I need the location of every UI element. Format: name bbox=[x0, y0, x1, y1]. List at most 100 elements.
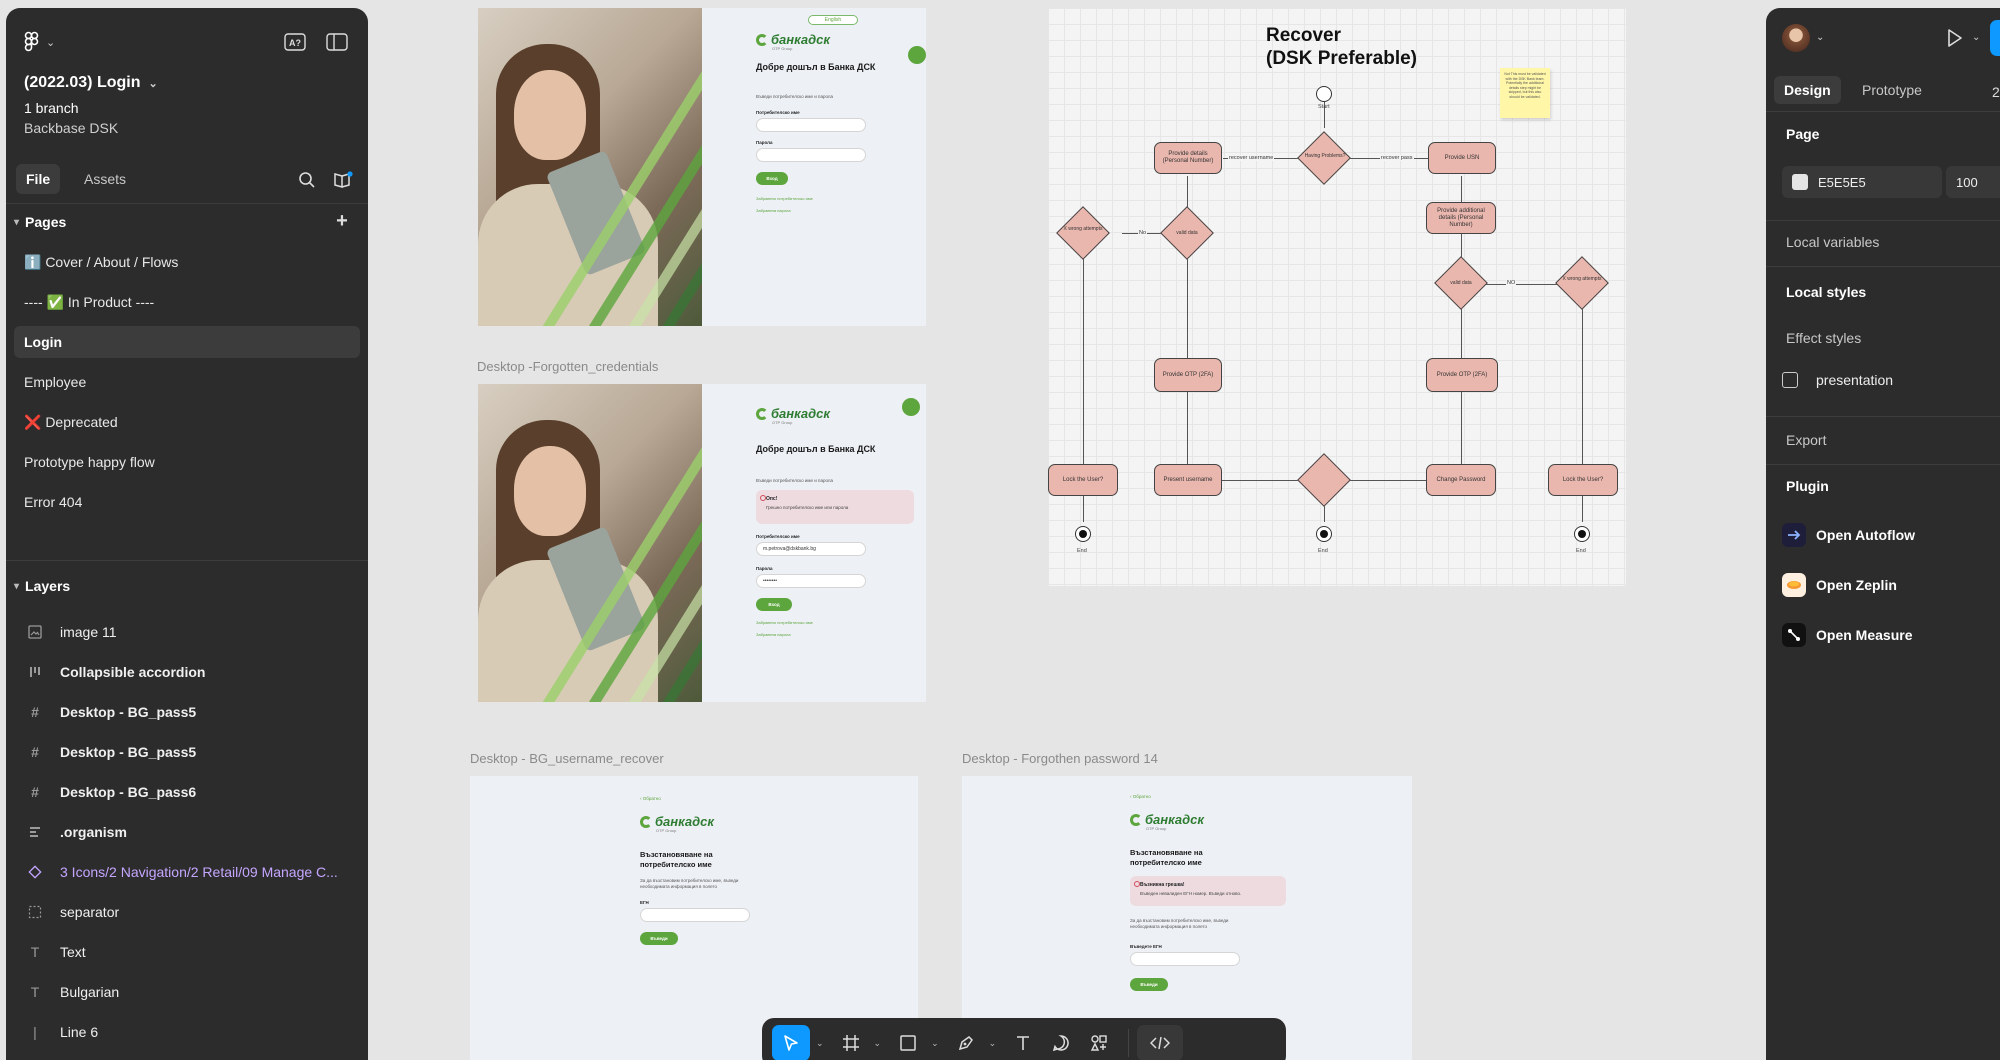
username-input[interactable]: m.petrova@dskbank.bg bbox=[756, 542, 866, 556]
node-lock-user[interactable]: Lock the User? bbox=[1048, 464, 1118, 496]
forgot-password-link[interactable]: Забравена парола bbox=[756, 208, 791, 213]
frame-forgotten-credentials[interactable]: банкадск OTP Group Добре дошъл в Банка ДС… bbox=[478, 384, 926, 702]
language-switch[interactable]: English bbox=[808, 15, 858, 25]
page-item-login[interactable]: Login bbox=[14, 326, 360, 358]
layer-row[interactable]: Collapsible accordion bbox=[14, 654, 360, 690]
actions-tool-icon[interactable] bbox=[1082, 1025, 1116, 1060]
layer-row[interactable]: .organism bbox=[14, 814, 360, 850]
file-title[interactable]: (2022.03) Login ⌄ bbox=[24, 74, 158, 92]
node-provide-usn[interactable]: Provide USN bbox=[1428, 142, 1496, 174]
opacity-input[interactable]: 100 bbox=[1946, 166, 2000, 198]
search-icon[interactable] bbox=[292, 166, 322, 194]
chevron-down-icon[interactable]: ⌄ bbox=[989, 1038, 997, 1049]
sticky-note[interactable]: Not This must be validated with the DSK … bbox=[1500, 68, 1550, 118]
chevron-down-icon[interactable]: ⌄ bbox=[874, 1038, 882, 1049]
plugin-measure[interactable]: Open Measure bbox=[1782, 622, 1912, 648]
layer-row[interactable]: 3 Icons/2 Navigation/2 Retail/09 Manage … bbox=[14, 854, 360, 890]
forgot-username-link[interactable]: Забравено потребителско име bbox=[756, 196, 813, 201]
node-provide-otp[interactable]: Provide OTP (2FA) bbox=[1426, 358, 1498, 392]
layer-row[interactable]: | Line 6 bbox=[14, 1014, 360, 1050]
tab-file[interactable]: File bbox=[16, 164, 61, 194]
play-icon[interactable] bbox=[1942, 26, 1966, 50]
page-item-error-404[interactable]: Error 404 bbox=[14, 486, 360, 518]
submit-button[interactable]: Въведи bbox=[1130, 978, 1168, 991]
plugin-zeplin[interactable]: Open Zeplin bbox=[1782, 572, 1897, 598]
share-button[interactable] bbox=[1990, 20, 2000, 56]
text-tool-icon[interactable] bbox=[1006, 1025, 1040, 1060]
layer-row[interactable]: T Bulgarian bbox=[14, 974, 360, 1010]
page-background-color[interactable]: E5E5E5 bbox=[1782, 166, 1942, 198]
login-button[interactable]: Вход bbox=[756, 598, 792, 611]
node-present-username[interactable]: Present username bbox=[1154, 464, 1222, 496]
frame-label[interactable]: Desktop - BG_username_recover bbox=[470, 751, 664, 766]
egn-input[interactable] bbox=[640, 908, 750, 922]
forgot-username-link[interactable]: Забравено потребителско име bbox=[756, 620, 813, 625]
layer-row[interactable]: image 11 bbox=[14, 614, 360, 650]
node-provide-details[interactable]: Provide details (Personal Number) bbox=[1154, 142, 1222, 174]
chevron-down-icon[interactable]: ⌄ bbox=[1972, 32, 1980, 43]
tab-assets[interactable]: Assets bbox=[74, 164, 136, 194]
rectangle-tool-icon[interactable] bbox=[891, 1025, 925, 1060]
comment-tool-icon[interactable] bbox=[1044, 1025, 1078, 1060]
flowchart-frame[interactable]: Recover (DSK Preferable) Not This must b… bbox=[1048, 8, 1626, 586]
avatar[interactable] bbox=[1782, 24, 1810, 52]
branch-count[interactable]: 1 branch bbox=[24, 100, 78, 116]
layers-section-header[interactable]: ▾ Layers bbox=[6, 568, 368, 604]
password-input[interactable] bbox=[756, 148, 866, 162]
chevron-down-icon[interactable]: ⌄ bbox=[816, 1038, 824, 1049]
frame-label[interactable]: Desktop - Forgothen password 14 bbox=[962, 751, 1158, 766]
layer-row[interactable]: separator bbox=[14, 894, 360, 930]
egn-input[interactable] bbox=[1130, 952, 1240, 966]
layer-row[interactable]: T Text bbox=[14, 934, 360, 970]
decision-merge[interactable] bbox=[1297, 453, 1351, 507]
layer-row[interactable]: # Desktop - BG_pass5 bbox=[14, 734, 360, 770]
back-link[interactable]: ‹ Обратно bbox=[640, 796, 661, 801]
page-item-cover[interactable]: ℹ️ Cover / About / Flows bbox=[14, 246, 360, 278]
node-provide-additional[interactable]: Provide additional details (Personal Num… bbox=[1426, 202, 1496, 234]
submit-button[interactable]: Въведи bbox=[640, 932, 678, 945]
layer-row[interactable]: # Desktop - BG_pass5 bbox=[14, 694, 360, 730]
frame-icon: # bbox=[31, 784, 39, 800]
frame-tool-icon[interactable] bbox=[834, 1025, 868, 1060]
add-page-icon[interactable]: + bbox=[330, 210, 354, 234]
chevron-down-icon[interactable]: ⌄ bbox=[931, 1038, 939, 1049]
page-item-in-product[interactable]: ---- ✅ In Product ---- bbox=[14, 286, 360, 318]
username-input[interactable] bbox=[756, 118, 866, 132]
translate-icon[interactable]: A? bbox=[280, 28, 310, 56]
flow-end-node[interactable] bbox=[1316, 526, 1332, 542]
flow-end-node[interactable] bbox=[1574, 526, 1590, 542]
export-button[interactable]: Export bbox=[1786, 432, 1826, 448]
chevron-down-icon[interactable]: ⌄ bbox=[1816, 32, 1824, 43]
password-input[interactable]: •••••••• bbox=[756, 574, 866, 588]
flow-end-node[interactable] bbox=[1075, 526, 1091, 542]
sidebar-toggle-icon[interactable] bbox=[322, 28, 352, 56]
back-link[interactable]: ‹ Обратно bbox=[1130, 794, 1151, 799]
flow-start-node[interactable] bbox=[1316, 86, 1332, 102]
color-swatch[interactable] bbox=[1792, 174, 1808, 190]
plugin-autoflow[interactable]: Open Autoflow bbox=[1782, 522, 1915, 548]
effect-style-item[interactable]: presentation bbox=[1782, 368, 1893, 392]
local-variables-button[interactable]: Local variables bbox=[1786, 234, 1879, 250]
forgot-password-link[interactable]: Забравена парола bbox=[756, 632, 791, 637]
page-item-prototype-happy-flow[interactable]: Prototype happy flow bbox=[14, 446, 360, 478]
main-menu-button[interactable]: ⌄ bbox=[24, 28, 68, 56]
decision-x-wrong-attempts[interactable] bbox=[1555, 256, 1609, 310]
dev-mode-icon[interactable] bbox=[1137, 1025, 1184, 1060]
pen-tool-icon[interactable] bbox=[949, 1025, 983, 1060]
tab-prototype[interactable]: Prototype bbox=[1852, 76, 1932, 104]
page-item-deprecated[interactable]: ❌ Deprecated bbox=[14, 406, 360, 438]
move-tool-icon[interactable] bbox=[772, 1025, 810, 1060]
library-icon[interactable] bbox=[328, 166, 358, 194]
tab-design[interactable]: Design bbox=[1774, 76, 1841, 104]
page-item-employee[interactable]: Employee bbox=[14, 366, 360, 398]
frame-label[interactable]: Desktop -Forgotten_credentials bbox=[477, 359, 658, 374]
zoom-level[interactable]: 2 bbox=[1992, 84, 2000, 100]
decision-x-wrong-attempts[interactable] bbox=[1056, 206, 1110, 260]
layer-row[interactable]: # Desktop - BG_pass6 bbox=[14, 774, 360, 810]
node-provide-otp[interactable]: Provide OTP (2FA) bbox=[1154, 358, 1222, 392]
frame-login[interactable]: English банкадск OTP Group Добре дошъл в … bbox=[478, 8, 926, 326]
node-lock-user[interactable]: Lock the User? bbox=[1548, 464, 1618, 496]
login-button[interactable]: Вход bbox=[756, 172, 788, 185]
pages-section-header[interactable]: ▾ Pages + bbox=[6, 204, 368, 240]
node-change-password[interactable]: Change Password bbox=[1426, 464, 1496, 496]
